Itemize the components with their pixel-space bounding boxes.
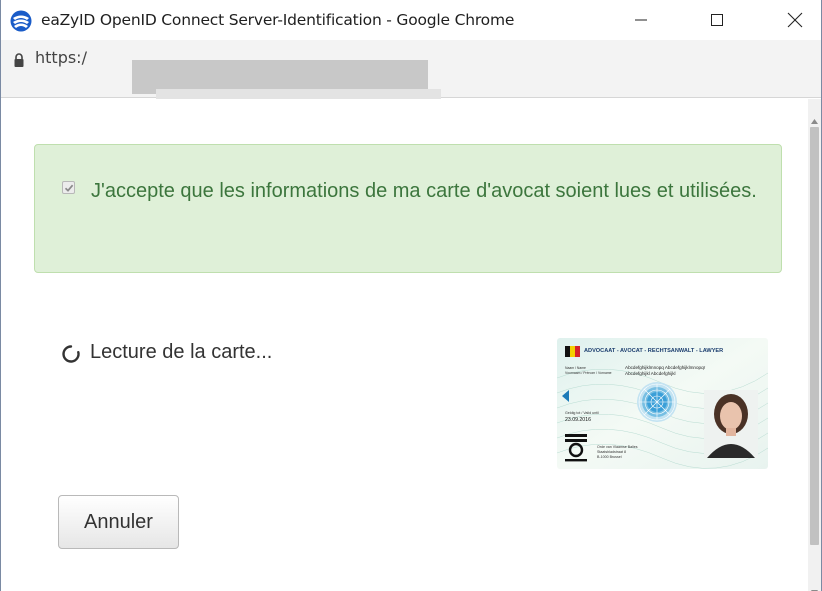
minimize-icon	[635, 19, 647, 21]
spinner-icon	[61, 344, 81, 369]
card-validity-label: Geldig tot / Valid until	[565, 411, 599, 415]
maximize-button[interactable]	[695, 0, 739, 40]
lock-icon	[13, 52, 25, 73]
minimize-button[interactable]	[619, 0, 663, 40]
chrome-app-icon	[10, 10, 32, 32]
card-validity-value: 23.09.2016	[565, 417, 591, 423]
page-content: J'accepte que les informations de ma car…	[2, 99, 808, 591]
card-firstname-label: Voornaam / Prénom / Vorname	[565, 371, 612, 375]
browser-window: eaZyID OpenID Connect Server-Identificat…	[0, 0, 822, 591]
vertical-scrollbar[interactable]	[808, 99, 821, 591]
close-icon	[787, 12, 803, 28]
reading-status-text: Lecture de la carte...	[90, 341, 273, 363]
consent-alert: J'accepte que les informations de ma car…	[34, 144, 782, 273]
card-name-value: Abcdefghijklmnopq Abcdefghijklmnopqr	[625, 365, 706, 370]
lawyer-card-image: ADVOCAAT - AVOCAT - RECHTSANWALT - LAWYE…	[557, 338, 768, 469]
card-issuer-line1: Orde van Vlaamse Balies	[597, 445, 638, 449]
address-bar[interactable]: https:/	[1, 40, 821, 113]
title-bar: eaZyID OpenID Connect Server-Identificat…	[1, 0, 821, 40]
scroll-down-arrow-icon[interactable]	[811, 582, 818, 591]
card-photo	[704, 390, 758, 458]
card-name-label: Naam / Name	[565, 366, 586, 370]
url-text: https:/	[35, 48, 87, 67]
card-issuer-line3: B-1000 Brussel	[597, 455, 622, 459]
maximize-icon	[711, 14, 723, 26]
scrollbar-thumb[interactable]	[810, 127, 819, 545]
card-header-text: ADVOCAAT - AVOCAT - RECHTSANWALT - LAWYE…	[584, 348, 723, 354]
window-title: eaZyID OpenID Connect Server-Identificat…	[41, 11, 515, 29]
card-issuer-line2: Staatsbladstraat 8	[597, 450, 626, 454]
card-firstname-value: Abcdefghijkl Abcdefghijkl	[625, 371, 676, 376]
close-button[interactable]	[773, 0, 817, 40]
hologram-emblem	[637, 382, 677, 422]
cancel-button[interactable]: Annuler	[58, 495, 179, 549]
consent-text: J'accepte que les informations de ma car…	[91, 180, 757, 202]
